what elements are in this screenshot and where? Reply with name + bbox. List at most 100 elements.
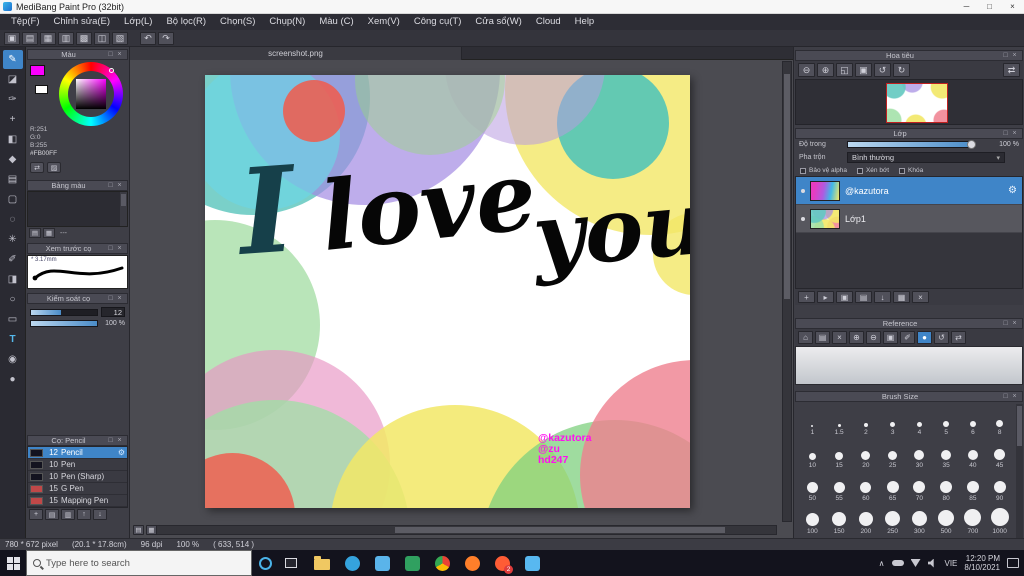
add-brush-icon[interactable]: +	[29, 509, 43, 520]
excel-icon[interactable]	[402, 550, 422, 576]
menu-item[interactable]: Xem(V)	[361, 14, 407, 30]
maximize-button[interactable]: □	[978, 0, 1001, 14]
layer-option-checkbox[interactable]: Xén bớt	[856, 167, 889, 174]
panel-close-icon[interactable]: ×	[1010, 320, 1019, 327]
brush-size-option[interactable]: 1.5	[826, 404, 853, 437]
brush-size-option[interactable]: 500	[933, 503, 960, 536]
brush-size-option[interactable]: 70	[906, 470, 933, 503]
minimize-button[interactable]: ─	[955, 0, 978, 14]
hand-tool[interactable]: ●	[3, 370, 23, 389]
brush-size-option[interactable]: 15	[826, 437, 853, 470]
brush-size-option[interactable]: 40	[960, 437, 987, 470]
close-button[interactable]: ×	[1001, 0, 1024, 14]
bucket-tool[interactable]: ◆	[3, 150, 23, 169]
menu-item[interactable]: Chỉnh sửa(E)	[47, 14, 118, 30]
brush-size-option[interactable]: 85	[960, 470, 987, 503]
brush-save-icon[interactable]: ▥	[61, 509, 75, 520]
blend-mode-select[interactable]: Bình thường ▾	[847, 152, 1005, 163]
fill-tool[interactable]: ◧	[3, 130, 23, 149]
select-eraser-tool[interactable]: ◨	[3, 270, 23, 289]
panel-close-icon[interactable]: ×	[115, 437, 124, 444]
ref-hand-icon[interactable]: ●	[917, 331, 932, 344]
panel-close-icon[interactable]: ×	[115, 182, 124, 189]
file-explorer-icon[interactable]	[312, 550, 332, 576]
ref-close-icon[interactable]: ×	[832, 331, 847, 344]
network-icon[interactable]	[910, 559, 921, 567]
orange-app-icon[interactable]: 2	[492, 550, 513, 576]
brush-size-option[interactable]: 200	[853, 503, 880, 536]
new-canvas-icon[interactable]: ▣	[4, 31, 20, 45]
brush-size-option[interactable]: 4	[906, 404, 933, 437]
brush-settings-icon[interactable]: ⚙	[118, 448, 125, 457]
brush-tool[interactable]: ✎	[2, 50, 23, 69]
navigator-thumbnail[interactable]	[886, 83, 948, 123]
onedrive-icon[interactable]	[891, 560, 904, 566]
volume-icon[interactable]	[927, 558, 934, 568]
canvas[interactable]: I love you @kazutora @zu hd247	[205, 75, 690, 508]
store-icon[interactable]	[372, 550, 392, 576]
zoom-tool[interactable]: ○	[3, 290, 23, 309]
brush-item[interactable]: 15 Mapping Pen	[28, 495, 127, 507]
hue-picker-dot[interactable]	[109, 68, 114, 73]
ref-flip-icon[interactable]: ⇄	[951, 331, 966, 344]
add-palette-icon[interactable]: ▤	[29, 228, 41, 238]
menu-item[interactable]: Màu (C)	[312, 14, 360, 30]
duplicate-layer-icon[interactable]: ▣	[836, 291, 853, 303]
gradient-tool[interactable]: ▤	[3, 170, 23, 189]
canvas-option2-icon[interactable]: ▦	[146, 525, 157, 535]
menu-item[interactable]: Cửa sổ(W)	[468, 14, 528, 30]
lasso-tool[interactable]: ◌	[3, 210, 23, 229]
panel-close-icon[interactable]: ×	[1010, 393, 1019, 400]
open-file-icon[interactable]: ▤	[22, 31, 38, 45]
brush-size-option[interactable]: 2	[853, 404, 880, 437]
saturation-square[interactable]	[76, 79, 106, 109]
menu-item[interactable]: Cloud	[529, 14, 568, 30]
transparent-color-button[interactable]: ▨	[47, 162, 61, 173]
select-pen-tool[interactable]: ✐	[3, 250, 23, 269]
layer-opacity-slider[interactable]	[847, 140, 976, 149]
panel-popout-icon[interactable]: □	[106, 437, 115, 444]
panel-popout-icon[interactable]: □	[1001, 393, 1010, 400]
brush-size-option[interactable]: 100	[799, 503, 826, 536]
clear-layer-icon[interactable]: ▦	[893, 291, 910, 303]
grid-toggle-icon[interactable]: ▥	[58, 31, 74, 45]
brush-size-option[interactable]: 20	[853, 437, 880, 470]
brush-size-option[interactable]: 6	[960, 404, 987, 437]
panel-popout-icon[interactable]: □	[1001, 130, 1010, 137]
layer-settings-icon[interactable]: ⚙	[1008, 185, 1017, 196]
brush-size-option[interactable]: 50	[799, 470, 826, 503]
slice-tool[interactable]: ▭	[3, 310, 23, 329]
panel-popout-icon[interactable]: □	[106, 295, 115, 302]
snap-settings-icon[interactable]: ▧	[112, 31, 128, 45]
eyedropper-tool[interactable]: ◉	[3, 350, 23, 369]
start-button[interactable]	[0, 550, 26, 576]
layer-option-checkbox[interactable]: Khóa	[899, 167, 923, 174]
panel-close-icon[interactable]: ×	[1010, 52, 1019, 59]
actual-size-icon[interactable]: ▣	[855, 63, 872, 77]
menu-item[interactable]: Help	[568, 14, 602, 30]
layer-row[interactable]: @kazutora ⚙	[796, 177, 1022, 205]
brush-size-option[interactable]: 1000	[986, 503, 1013, 536]
smudge-tool[interactable]: ✑	[3, 90, 23, 109]
vertical-scrollbar[interactable]	[782, 61, 792, 522]
brush-up-icon[interactable]: ↑	[77, 509, 91, 520]
select-tool[interactable]: ▢	[3, 190, 23, 209]
brush-size-option[interactable]: 5	[933, 404, 960, 437]
foreground-color-swatch[interactable]	[30, 65, 45, 76]
panel-close-icon[interactable]: ×	[115, 295, 124, 302]
delete-layer-icon[interactable]: ×	[912, 291, 929, 303]
search-input[interactable]	[46, 557, 226, 569]
brush-down-icon[interactable]: ↓	[93, 509, 107, 520]
language-indicator[interactable]: VIE	[945, 559, 958, 568]
brush-folder-icon[interactable]: ▤	[45, 509, 59, 520]
rotate-left-icon[interactable]: ↺	[874, 63, 891, 77]
panel-popout-icon[interactable]: □	[1001, 52, 1010, 59]
rotate-right-icon[interactable]: ↻	[893, 63, 910, 77]
brush-size-slider[interactable]	[30, 308, 98, 316]
brush-size-option[interactable]: 30	[906, 437, 933, 470]
ref-rotate-icon[interactable]: ↺	[934, 331, 949, 344]
move-tool[interactable]: +	[3, 110, 23, 129]
flip-view-icon[interactable]: ⇄	[1003, 63, 1020, 77]
horizontal-scrollbar[interactable]	[156, 525, 777, 535]
menu-item[interactable]: Chụp(N)	[262, 14, 312, 30]
